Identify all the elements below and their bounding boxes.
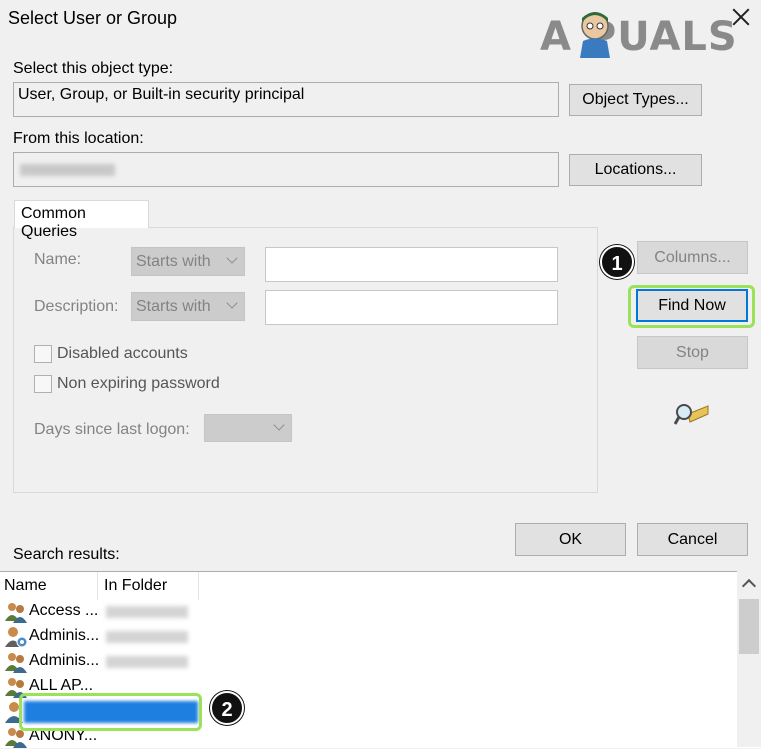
tab-common-queries[interactable]: Common Queries (14, 200, 149, 240)
description-mode-select[interactable]: Starts with (131, 292, 245, 321)
location-field (13, 152, 559, 187)
name-label: Name: (34, 251, 82, 268)
results-scrollbar[interactable] (737, 571, 761, 747)
name-mode-select[interactable]: Starts with (131, 247, 245, 276)
object-types-button[interactable]: Object Types... (569, 84, 702, 116)
row-name: Access ... (29, 602, 99, 619)
chevron-down-icon (273, 419, 285, 431)
columns-button[interactable]: Columns... (637, 241, 748, 274)
name-mode-value: Starts with (136, 253, 211, 270)
disabled-accounts-checkbox[interactable] (34, 345, 52, 363)
callout-1: 1 (600, 245, 634, 279)
row-name: Adminis... (29, 627, 100, 644)
callout-2: 2 (210, 691, 244, 725)
description-label: Description: (34, 298, 119, 315)
row-folder-redacted (106, 656, 188, 668)
find-now-button[interactable]: Find Now (636, 289, 748, 322)
table-row[interactable]: Access ... (0, 599, 200, 624)
logo-text: A PUALS (540, 14, 738, 60)
cancel-button[interactable]: Cancel (637, 523, 748, 556)
table-row[interactable]: Adminis... (0, 624, 200, 649)
locations-button[interactable]: Locations... (569, 154, 702, 186)
logo-mascot-icon (580, 12, 610, 58)
description-mode-value: Starts with (136, 298, 211, 315)
group-icon (5, 603, 27, 623)
column-header-name[interactable]: Name (0, 572, 98, 600)
search-results-label: Search results: (13, 546, 120, 563)
row-folder-redacted (106, 606, 188, 618)
column-header-in-folder[interactable]: In Folder (100, 572, 199, 600)
description-input[interactable] (265, 290, 558, 325)
table-row[interactable]: Adminis... (0, 649, 200, 674)
scroll-up-arrow-icon[interactable] (741, 578, 757, 594)
days-since-logon-select[interactable] (204, 414, 292, 442)
name-input[interactable] (265, 247, 558, 282)
row-name: Adminis... (29, 652, 100, 669)
selected-row-highlight-outline (19, 693, 202, 731)
non-expiring-password-label: Non expiring password (57, 375, 220, 392)
chevron-down-icon (226, 297, 238, 309)
location-label: From this location: (13, 130, 144, 147)
object-type-field: User, Group, or Built-in security princi… (13, 82, 559, 117)
chevron-down-icon (226, 252, 238, 264)
stop-button[interactable]: Stop (637, 336, 748, 369)
scrollbar-thumb[interactable] (739, 599, 759, 654)
row-folder-redacted (106, 631, 188, 643)
admin-user-icon (5, 627, 28, 648)
group-icon (5, 653, 27, 673)
non-expiring-password-checkbox[interactable] (34, 375, 52, 393)
object-type-label: Select this object type: (13, 60, 174, 77)
search-animation-icon (674, 404, 709, 425)
disabled-accounts-label: Disabled accounts (57, 345, 188, 362)
ok-button[interactable]: OK (515, 523, 626, 556)
location-value-redacted (20, 164, 115, 176)
days-since-logon-label: Days since last logon: (34, 421, 190, 438)
window-title: Select User or Group (8, 8, 178, 28)
appuals-logo: A PUALS (540, 4, 755, 64)
